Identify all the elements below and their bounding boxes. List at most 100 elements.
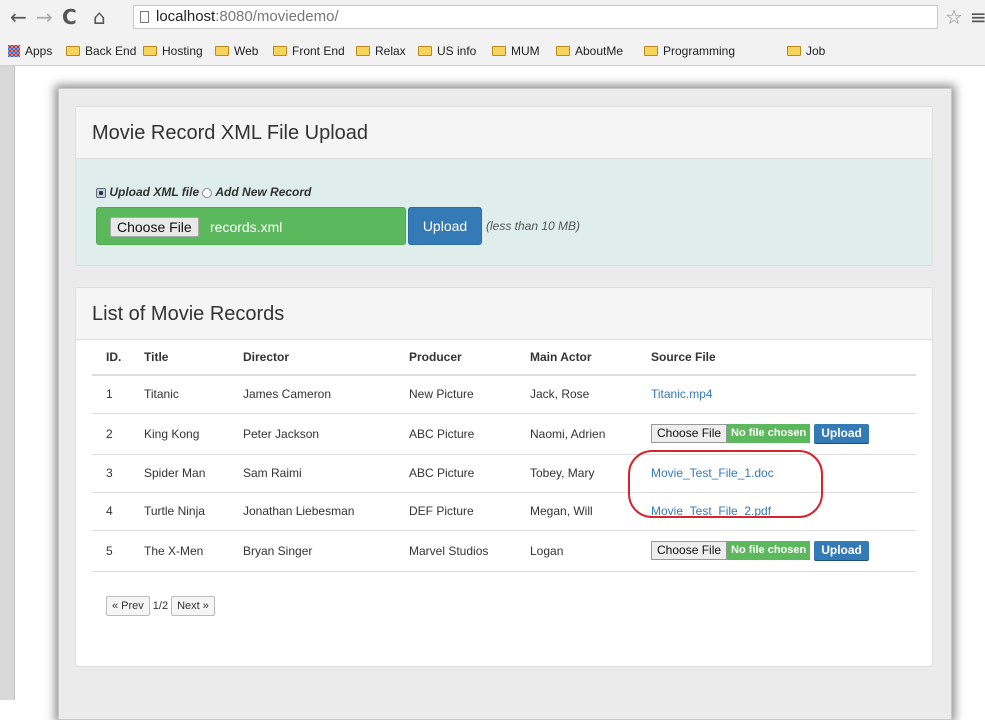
- row-upload-button[interactable]: Upload: [814, 424, 869, 443]
- folder-icon: [215, 46, 229, 56]
- upload-panel-title: Movie Record XML File Upload: [76, 107, 932, 159]
- radio-upload-xml[interactable]: [96, 187, 106, 198]
- upload-panel: Movie Record XML File Upload Upload XML …: [75, 106, 933, 266]
- prev-page-button[interactable]: « Prev: [106, 596, 150, 616]
- home-icon[interactable]: ⌂: [93, 6, 106, 28]
- folder-icon: [787, 46, 801, 56]
- annotation-highlight: [628, 450, 823, 518]
- folder-icon: [556, 46, 570, 56]
- folder-icon: [356, 46, 370, 56]
- bookmark-hosting[interactable]: Hosting: [143, 44, 203, 58]
- row-file-status: No file chosen: [727, 424, 811, 443]
- menu-icon[interactable]: ≡: [970, 5, 985, 29]
- cell-actor: Jack, Rose: [516, 375, 637, 414]
- cell-id: 4: [92, 492, 130, 531]
- next-page-button[interactable]: Next »: [171, 596, 215, 616]
- choose-file-button[interactable]: Choose File: [110, 217, 199, 237]
- cell-source: Choose File No file chosen Upload: [637, 530, 916, 572]
- records-panel-title: List of Movie Records: [76, 288, 932, 340]
- url-host: localhost: [156, 8, 216, 25]
- cell-id: 3: [92, 454, 130, 493]
- side-strip: [0, 66, 15, 700]
- cell-id: 5: [92, 530, 130, 572]
- cell-actor: Naomi, Adrien: [516, 413, 637, 455]
- column-header: Title: [130, 340, 229, 376]
- page-icon: [140, 11, 149, 23]
- folder-icon: [644, 46, 658, 56]
- folder-icon: [273, 46, 287, 56]
- folder-icon: [492, 46, 506, 56]
- bookmark-aboutme[interactable]: AboutMe: [556, 44, 623, 58]
- row-file-upload: Choose File No file chosen Upload: [651, 532, 915, 570]
- cell-title: Titanic: [130, 375, 229, 414]
- folder-icon: [66, 46, 80, 56]
- page-container: Movie Record XML File Upload Upload XML …: [58, 88, 952, 720]
- bookmark-front-end[interactable]: Front End: [273, 44, 345, 58]
- cell-director: Bryan Singer: [229, 530, 395, 572]
- cell-title: Turtle Ninja: [130, 492, 229, 531]
- cell-producer: DEF Picture: [395, 492, 516, 531]
- row-upload-button[interactable]: Upload: [814, 541, 869, 560]
- cell-source: Choose File No file chosen Upload: [637, 413, 916, 455]
- folder-icon: [418, 46, 432, 56]
- cell-producer: Marvel Studios: [395, 530, 516, 572]
- xml-file-input: Choose File records.xml: [96, 207, 406, 245]
- cell-actor: Megan, Will: [516, 492, 637, 531]
- cell-title: The X-Men: [130, 530, 229, 572]
- apps-grid-icon: [8, 45, 20, 57]
- row-choose-file-button[interactable]: Choose File: [651, 541, 728, 560]
- cell-actor: Logan: [516, 530, 637, 572]
- column-header: Source File: [637, 340, 916, 376]
- bookmarks-bar: Apps Back End Hosting Web Front End Rela…: [0, 41, 985, 63]
- table-row: 2 King Kong Peter Jackson ABC Picture Na…: [92, 413, 916, 455]
- cell-producer: ABC Picture: [395, 454, 516, 493]
- row-choose-file-button[interactable]: Choose File: [651, 424, 728, 443]
- column-header: ID.: [92, 340, 130, 376]
- bookmark-us-info[interactable]: US info: [418, 44, 476, 58]
- cell-director: James Cameron: [229, 375, 395, 414]
- radio-add-record[interactable]: [202, 187, 213, 198]
- back-arrow-icon[interactable]: ←: [10, 6, 27, 28]
- table-row: 1 Titanic James Cameron New Picture Jack…: [92, 375, 916, 414]
- cell-producer: New Picture: [395, 375, 516, 414]
- selected-file-name: records.xml: [210, 219, 283, 235]
- upload-panel-body: Upload XML file Add New Record Choose Fi…: [76, 159, 932, 265]
- cell-id: 1: [92, 375, 130, 414]
- browser-toolbar: ← → C ⌂ localhost:8080/moviedemo/ ☆ ≡: [0, 0, 985, 34]
- bookmark-relax[interactable]: Relax: [356, 44, 406, 58]
- cell-source: Titanic.mp4: [637, 375, 916, 414]
- bookmark-job[interactable]: Job: [787, 44, 825, 58]
- table-header-row: ID. Title Director Producer Main Actor S…: [92, 340, 916, 376]
- bookmark-mum[interactable]: MUM: [492, 44, 540, 58]
- cell-id: 2: [92, 413, 130, 455]
- cell-title: King Kong: [130, 413, 229, 455]
- cell-title: Spider Man: [130, 454, 229, 493]
- source-file-link[interactable]: Titanic.mp4: [651, 387, 713, 401]
- column-header: Director: [229, 340, 395, 376]
- browser-chrome: ← → C ⌂ localhost:8080/moviedemo/ ☆ ≡ Ap…: [0, 0, 985, 66]
- cell-actor: Tobey, Mary: [516, 454, 637, 493]
- bookmark-back-end[interactable]: Back End: [66, 44, 136, 58]
- bookmark-star-icon[interactable]: ☆: [945, 5, 963, 29]
- column-header: Main Actor: [516, 340, 637, 376]
- size-limit-note: (less than 10 MB): [486, 219, 581, 233]
- upload-button[interactable]: Upload: [408, 207, 482, 245]
- bookmark-apps[interactable]: Apps: [8, 44, 52, 58]
- upload-mode-options: Upload XML file Add New Record: [96, 185, 311, 199]
- row-file-status: No file chosen: [727, 541, 811, 560]
- cell-director: Sam Raimi: [229, 454, 395, 493]
- address-bar[interactable]: localhost:8080/moviedemo/: [133, 5, 938, 29]
- column-header: Producer: [395, 340, 516, 376]
- radio-add-record-label: Add New Record: [215, 185, 312, 199]
- folder-icon: [143, 46, 157, 56]
- cell-director: Peter Jackson: [229, 413, 395, 455]
- table-row: 5 The X-Men Bryan Singer Marvel Studios …: [92, 530, 916, 572]
- bookmark-programming[interactable]: Programming: [644, 44, 735, 58]
- radio-upload-xml-label: Upload XML file: [109, 185, 200, 199]
- forward-arrow-icon[interactable]: →: [36, 6, 53, 28]
- reload-icon[interactable]: C: [62, 6, 77, 28]
- cell-director: Jonathan Liebesman: [229, 492, 395, 531]
- pagination: « Prev 1/2 Next »: [106, 596, 215, 616]
- cell-producer: ABC Picture: [395, 413, 516, 455]
- bookmark-web[interactable]: Web: [215, 44, 258, 58]
